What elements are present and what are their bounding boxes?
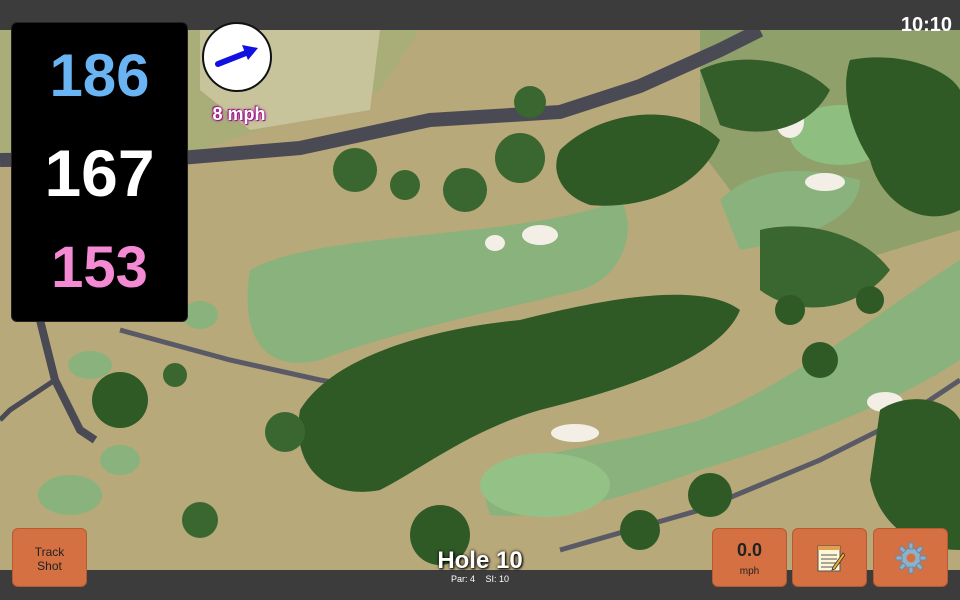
distance-middle: 167 (44, 136, 155, 210)
scorecard-notes-button[interactable] (792, 528, 867, 587)
gear-icon (895, 542, 926, 573)
hole-si: SI: 10 (485, 574, 510, 584)
wind-speed-unit: mph (739, 566, 760, 577)
wind-speed-label: 8 mph (212, 104, 266, 124)
hole-details: Par: 4 SI: 10 (380, 574, 580, 584)
track-shot-label-line2: Shot (37, 559, 62, 573)
wind-speed-button[interactable]: 0.0 mph (712, 528, 787, 587)
hole-title: Hole 10 (437, 547, 523, 574)
clock: 10:10 (900, 14, 952, 36)
distance-front: 153 (51, 235, 148, 300)
hole-info: Hole 10 Par: 4 SI: 10 (380, 547, 580, 585)
hole-par: Par: 4 (450, 574, 475, 584)
settings-button[interactable] (873, 528, 948, 587)
wind-indicator (202, 22, 272, 92)
distance-back: 186 (49, 42, 150, 109)
wind-arrow-icon (215, 45, 258, 67)
notepad-icon (817, 545, 845, 571)
track-shot-button[interactable]: Track Shot (12, 528, 87, 587)
track-shot-label-line1: Track (34, 545, 65, 559)
wind-speed-value: 0.0 (736, 540, 763, 560)
distance-panel: 186 167 153 (11, 22, 188, 322)
